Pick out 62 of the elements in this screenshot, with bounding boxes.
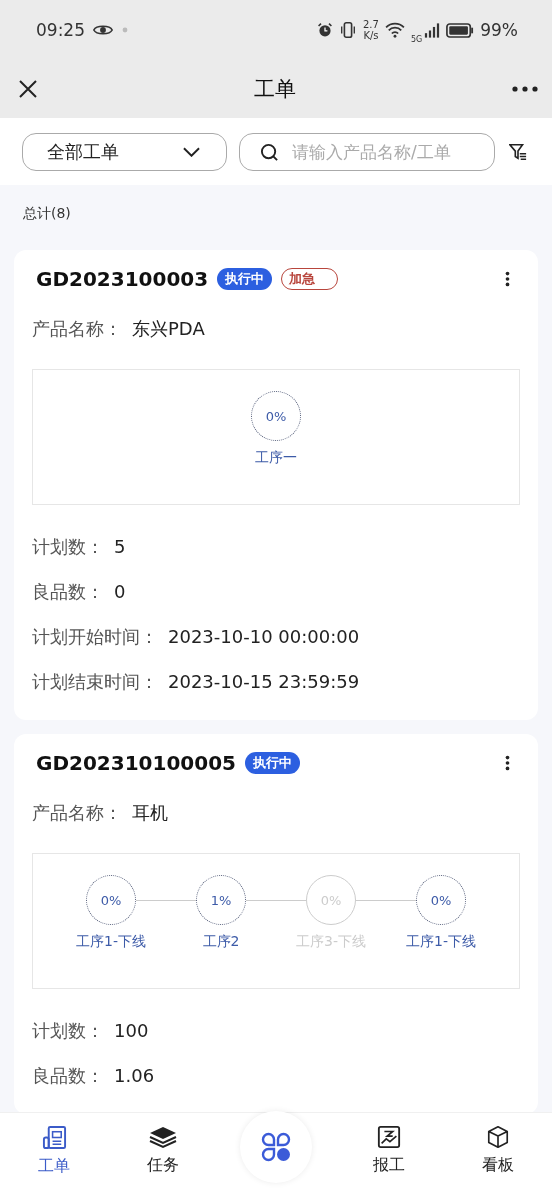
step-name: 工序2 <box>202 933 240 951</box>
total-count: 总计(8) <box>22 204 72 223</box>
field-value: 1.06 <box>114 1065 155 1086</box>
chart-document-icon <box>377 1125 402 1149</box>
status-tag: 执行中 <box>245 752 300 774</box>
field-value: 0 <box>114 581 126 602</box>
step-name: 工序一 <box>255 449 297 467</box>
field-label: 计划开始时间： <box>32 624 158 649</box>
signal-icon <box>424 22 441 38</box>
more-button[interactable] <box>505 755 510 771</box>
order-number: GD2023100003 <box>36 267 209 291</box>
battery-icon <box>446 22 475 38</box>
order-number: GD202310100005 <box>36 751 236 775</box>
wifi-icon <box>384 22 405 38</box>
tab-item[interactable]: 报工 <box>354 1123 425 1176</box>
tab-item[interactable]: 工单 <box>19 1123 90 1177</box>
page-title: 工单 <box>254 76 296 103</box>
eye-icon <box>93 23 113 37</box>
vibrate-icon <box>339 21 357 39</box>
speed-unit: K/s <box>363 30 379 41</box>
field-label: 产品名称： <box>32 316 122 341</box>
field-value: 2023-10-15 23:59:59 <box>168 671 360 692</box>
field-label: 良品数： <box>32 579 104 604</box>
network-speed: 2.7 <box>363 19 379 30</box>
stacked-books-icon <box>148 1125 177 1149</box>
field-value: 2023-10-10 00:00:00 <box>168 626 360 647</box>
more-button[interactable] <box>505 271 510 287</box>
close-button[interactable] <box>18 79 38 99</box>
field-value: 耳机 <box>132 800 168 825</box>
chevron-down-icon <box>183 146 200 157</box>
filter-icon <box>509 142 527 161</box>
search-icon <box>260 142 279 162</box>
cube-icon <box>485 1125 510 1149</box>
field-label: 产品名称： <box>32 800 122 825</box>
field-label: 计划数： <box>32 1018 104 1043</box>
field-label: 计划结束时间： <box>32 669 158 694</box>
step-name: 工序1-下线 <box>76 933 146 951</box>
field-value: 5 <box>114 536 126 557</box>
filter-button[interactable] <box>509 142 527 161</box>
more-button[interactable] <box>512 86 538 92</box>
status-tag: 执行中 <box>217 268 273 290</box>
tab-item[interactable]: 任务 <box>127 1123 198 1176</box>
field-value: 100 <box>114 1020 149 1041</box>
battery-level: 99% <box>480 20 518 40</box>
close-icon <box>18 79 38 99</box>
search-field[interactable]: 请输入产品名称/工单 <box>239 132 495 171</box>
more-icon <box>512 86 538 92</box>
clock-time: 09:25 <box>36 20 85 40</box>
field-label: 计划数： <box>32 534 104 559</box>
field-label: 良品数： <box>32 1063 104 1088</box>
more-vertical-icon <box>505 271 510 287</box>
document-icon <box>41 1125 67 1150</box>
network-type: 5G <box>410 34 423 44</box>
order-type-dropdown[interactable]: 全部工单 <box>22 132 227 171</box>
tab-item[interactable]: 看板 <box>462 1123 533 1176</box>
step-name: 工序1-下线 <box>406 933 476 951</box>
notification-icon <box>121 26 129 34</box>
alarm-icon <box>317 22 333 38</box>
center-button[interactable] <box>239 1111 312 1183</box>
more-vertical-icon <box>505 755 510 771</box>
field-value: 东兴PDA <box>132 316 205 341</box>
clover-icon <box>260 1132 291 1162</box>
